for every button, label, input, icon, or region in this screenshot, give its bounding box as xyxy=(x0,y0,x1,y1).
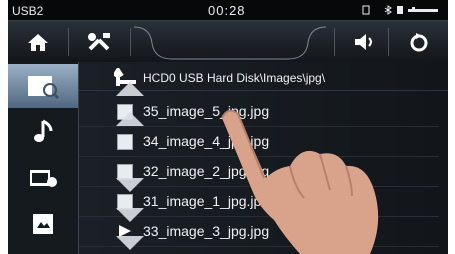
swipe-down-arrow-icon xyxy=(116,208,144,222)
touch-hand-icon xyxy=(221,109,379,254)
gesture-overlay xyxy=(116,82,379,254)
swipe-up-arrow-icon xyxy=(116,82,144,96)
swipe-down-arrow-icon xyxy=(116,236,144,250)
swipe-down-arrow-icon xyxy=(116,178,144,192)
screen: USB2 00:28 HCD0 USB Hard Disk\Images\jpg… xyxy=(8,0,448,254)
swipe-up-arrow-icon xyxy=(116,112,144,126)
